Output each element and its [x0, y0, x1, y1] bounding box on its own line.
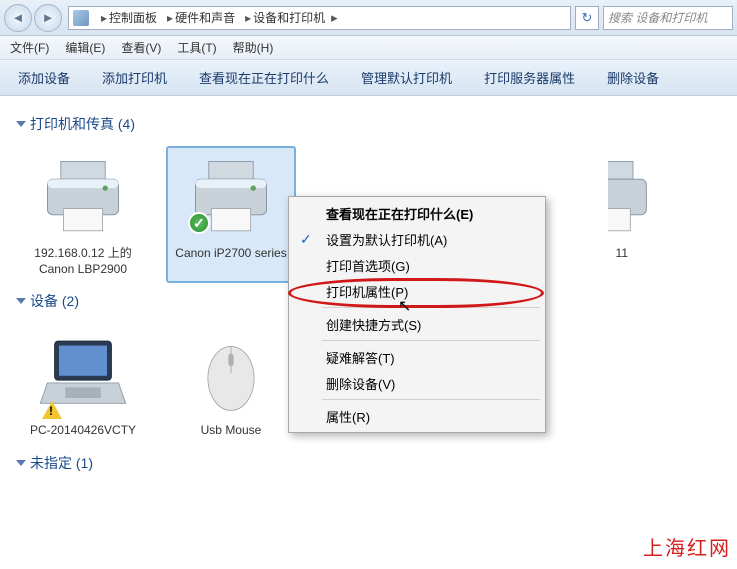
- ctx-print-prefs[interactable]: 打印首选项(G): [292, 252, 542, 278]
- menu-view[interactable]: 查看(V): [121, 39, 161, 56]
- chevron-right-icon: ▸: [101, 11, 107, 25]
- device-item-pc[interactable]: PC-20140426VCTY: [18, 323, 148, 445]
- ctx-create-shortcut[interactable]: 创建快捷方式(S): [292, 311, 542, 337]
- breadcrumb[interactable]: ▸硬件和声音: [161, 9, 239, 26]
- ctx-properties[interactable]: 属性(R): [292, 403, 542, 429]
- nav-forward-button[interactable]: ►: [34, 4, 62, 32]
- tool-add-device[interactable]: 添加设备: [18, 68, 70, 87]
- default-check-icon: ✓: [188, 212, 210, 234]
- context-menu: 查看现在正在打印什么(E) ✓设置为默认打印机(A) 打印首选项(G) 打印机属…: [288, 196, 546, 433]
- ctx-view-printing[interactable]: 查看现在正在打印什么(E): [292, 200, 542, 226]
- breadcrumb[interactable]: ▸设备和打印机: [239, 9, 329, 26]
- device-label: Canon iP2700 series: [172, 246, 290, 262]
- menu-help[interactable]: 帮助(H): [233, 39, 274, 56]
- nav-bar: ◄ ► ▸控制面板 ▸硬件和声音 ▸设备和打印机 ▸ ↻ 搜索 设备和打印机: [0, 0, 737, 36]
- address-bar[interactable]: ▸控制面板 ▸硬件和声音 ▸设备和打印机 ▸: [68, 6, 571, 30]
- breadcrumb[interactable]: ▸控制面板: [95, 9, 161, 26]
- printer-item[interactable]: 192.168.0.12 上的 Canon LBP2900: [18, 146, 148, 283]
- ctx-printer-properties[interactable]: 打印机属性(P): [292, 278, 542, 304]
- laptop-icon: [28, 329, 138, 419]
- toolbar: 添加设备 添加打印机 查看现在正在打印什么 管理默认打印机 打印服务器属性 删除…: [0, 60, 737, 96]
- menu-file[interactable]: 文件(F): [10, 39, 49, 56]
- mouse-icon: [176, 329, 286, 419]
- location-icon: [73, 10, 89, 26]
- check-icon: ✓: [300, 231, 312, 248]
- device-label: Usb Mouse: [172, 423, 290, 439]
- ctx-delete-device[interactable]: 删除设备(V): [292, 370, 542, 396]
- tool-delete-device[interactable]: 删除设备: [607, 68, 659, 87]
- printer-icon: ✓: [176, 152, 286, 242]
- nav-back-button[interactable]: ◄: [4, 4, 32, 32]
- section-unspecified-header[interactable]: 未指定 (1): [18, 453, 719, 473]
- ctx-set-default[interactable]: ✓设置为默认打印机(A): [292, 226, 542, 252]
- device-label: PC-20140426VCTY: [24, 423, 142, 439]
- device-item-mouse[interactable]: Usb Mouse: [166, 323, 296, 445]
- refresh-button[interactable]: ↻: [575, 6, 599, 30]
- printer-icon: [28, 152, 138, 242]
- ctx-troubleshoot[interactable]: 疑难解答(T): [292, 344, 542, 370]
- chevron-right-icon: ▸: [245, 11, 251, 25]
- section-title: 打印机和传真 (4): [30, 114, 135, 134]
- ctx-separator: [322, 340, 540, 341]
- watermark-text: 上海红网: [643, 532, 731, 561]
- warning-icon: [42, 401, 62, 419]
- tool-manage-default[interactable]: 管理默认打印机: [361, 68, 452, 87]
- chevron-right-icon: ▸: [331, 10, 338, 26]
- tool-view-printing[interactable]: 查看现在正在打印什么: [199, 68, 329, 87]
- nav-buttons: ◄ ►: [4, 4, 62, 32]
- device-label: 192.168.0.12 上的 Canon LBP2900: [24, 246, 142, 277]
- collapse-icon: [16, 121, 26, 127]
- section-title: 未指定 (1): [30, 453, 93, 473]
- ctx-separator: [322, 307, 540, 308]
- chevron-right-icon: ▸: [167, 11, 173, 25]
- menu-bar: 文件(F) 编辑(E) 查看(V) 工具(T) 帮助(H): [0, 36, 737, 60]
- menu-tools[interactable]: 工具(T): [177, 39, 216, 56]
- tool-server-properties[interactable]: 打印服务器属性: [484, 68, 575, 87]
- section-printers-header[interactable]: 打印机和传真 (4): [18, 114, 719, 134]
- collapse-icon: [16, 460, 26, 466]
- ctx-separator: [322, 399, 540, 400]
- search-input[interactable]: 搜索 设备和打印机: [603, 6, 733, 30]
- tool-add-printer[interactable]: 添加打印机: [102, 68, 167, 87]
- printer-item-selected[interactable]: ✓ Canon iP2700 series: [166, 146, 296, 283]
- section-title: 设备 (2): [30, 291, 79, 311]
- collapse-icon: [16, 298, 26, 304]
- menu-edit[interactable]: 编辑(E): [65, 39, 105, 56]
